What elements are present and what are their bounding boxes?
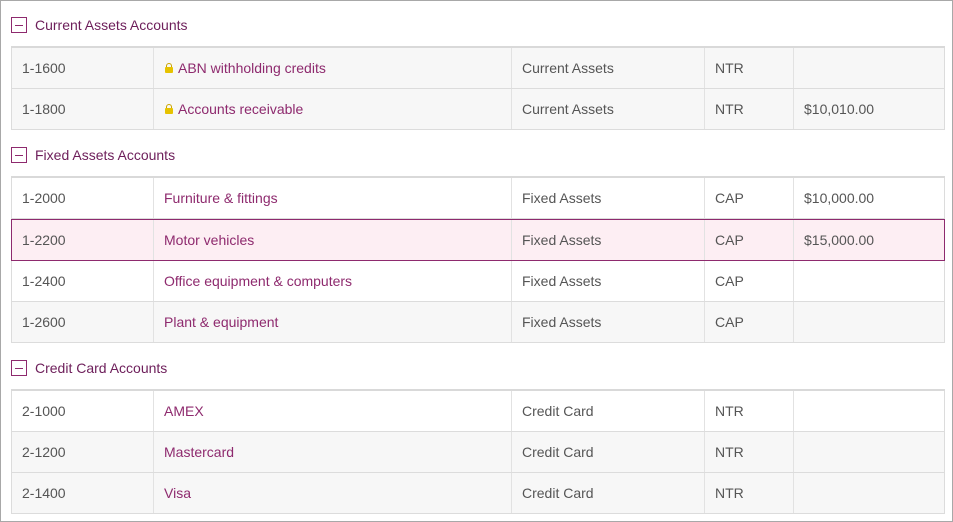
account-name-cell: Plant & equipment <box>154 302 512 342</box>
account-name-link[interactable]: Plant & equipment <box>164 314 278 330</box>
collapse-icon[interactable] <box>11 17 27 33</box>
table-row[interactable]: 1-1800 Accounts receivable Current Asset… <box>11 89 945 130</box>
account-balance: $10,000.00 <box>804 190 875 206</box>
tax-code: NTR <box>705 391 794 431</box>
account-type: Credit Card <box>512 432 705 472</box>
lock-icon <box>164 63 174 73</box>
accounts-table-fixed-assets: 1-2000 Furniture & fittings Fixed Assets… <box>11 176 945 343</box>
account-number: 1-1600 <box>12 48 154 88</box>
account-type: Fixed Assets <box>512 302 705 342</box>
accounts-table-current-assets: 1-1600 ABN withholding credits Current A… <box>11 46 945 130</box>
tax-code: NTR <box>705 473 794 513</box>
account-type: Fixed Assets <box>512 178 705 218</box>
account-number: 1-2600 <box>12 302 154 342</box>
account-name-cell: Furniture & fittings <box>154 178 512 218</box>
table-row[interactable]: 2-1200 Mastercard Credit Card NTR <box>11 432 945 473</box>
tax-code: NTR <box>705 48 794 88</box>
account-name-link[interactable]: Mastercard <box>164 444 234 460</box>
account-number: 1-1800 <box>12 89 154 129</box>
group-header-current-assets[interactable]: Current Assets Accounts <box>11 13 188 37</box>
account-balance <box>794 473 944 513</box>
account-type: Credit Card <box>512 391 705 431</box>
tax-code: NTR <box>705 89 794 129</box>
tax-code: CAP <box>705 302 794 342</box>
group-title: Current Assets Accounts <box>35 17 188 33</box>
tax-code: CAP <box>705 220 794 260</box>
account-type: Fixed Assets <box>512 220 705 260</box>
account-number: 2-1200 <box>12 432 154 472</box>
account-type: Credit Card <box>512 473 705 513</box>
table-row[interactable]: 1-2400 Office equipment & computers Fixe… <box>11 261 945 302</box>
account-name-link[interactable]: AMEX <box>164 403 204 419</box>
account-name-cell: ABN withholding credits <box>154 48 512 88</box>
account-name-cell: Accounts receivable <box>154 89 512 129</box>
account-balance <box>794 432 944 472</box>
account-type: Current Assets <box>512 48 705 88</box>
table-row[interactable]: 1-2600 Plant & equipment Fixed Assets CA… <box>11 302 945 343</box>
account-name-cell: Office equipment & computers <box>154 261 512 301</box>
accounts-list-panel: Current Assets Accounts 1-1600 ABN withh… <box>0 0 953 522</box>
collapse-icon[interactable] <box>11 147 27 163</box>
table-row[interactable]: 1-2000 Furniture & fittings Fixed Assets… <box>11 178 945 219</box>
group-header-credit-card[interactable]: Credit Card Accounts <box>11 356 167 380</box>
tax-code: CAP <box>705 178 794 218</box>
account-name-link[interactable]: ABN withholding credits <box>178 60 326 76</box>
account-name-cell: AMEX <box>154 391 512 431</box>
accounts-table-credit-card: 2-1000 AMEX Credit Card NTR 2-1200 Maste… <box>11 389 945 514</box>
account-name-cell: Visa <box>154 473 512 513</box>
table-row[interactable]: 1-1600 ABN withholding credits Current A… <box>11 48 945 89</box>
tax-code: CAP <box>705 261 794 301</box>
account-type: Fixed Assets <box>512 261 705 301</box>
account-name-link[interactable]: Visa <box>164 485 191 501</box>
account-balance: $15,000.00 <box>804 232 875 248</box>
tax-code: NTR <box>705 432 794 472</box>
account-number: 2-1400 <box>12 473 154 513</box>
account-name-link[interactable]: Office equipment & computers <box>164 273 352 289</box>
account-balance <box>794 302 944 342</box>
account-balance <box>794 261 944 301</box>
account-name-link[interactable]: Furniture & fittings <box>164 190 278 206</box>
account-balance <box>794 391 944 431</box>
group-title: Credit Card Accounts <box>35 360 168 376</box>
account-type: Current Assets <box>512 89 705 129</box>
table-row-selected[interactable]: 1-2200 Motor vehicles Fixed Assets CAP $… <box>11 219 945 261</box>
account-number: 1-2200 <box>12 220 154 260</box>
group-title: Fixed Assets Accounts <box>35 147 176 163</box>
account-name-link[interactable]: Motor vehicles <box>164 232 254 248</box>
account-number: 1-2400 <box>12 261 154 301</box>
account-name-link[interactable]: Accounts receivable <box>178 101 303 117</box>
account-balance: $10,010.00 <box>804 101 875 117</box>
account-name-cell: Mastercard <box>154 432 512 472</box>
group-header-fixed-assets[interactable]: Fixed Assets Accounts <box>11 143 175 167</box>
account-number: 2-1000 <box>12 391 154 431</box>
account-name-cell: Motor vehicles <box>154 220 512 260</box>
table-row[interactable]: 2-1400 Visa Credit Card NTR <box>11 473 945 514</box>
account-number: 1-2000 <box>12 178 154 218</box>
table-row[interactable]: 2-1000 AMEX Credit Card NTR <box>11 391 945 432</box>
account-balance <box>794 48 944 88</box>
lock-icon <box>164 104 174 114</box>
collapse-icon[interactable] <box>11 360 27 376</box>
